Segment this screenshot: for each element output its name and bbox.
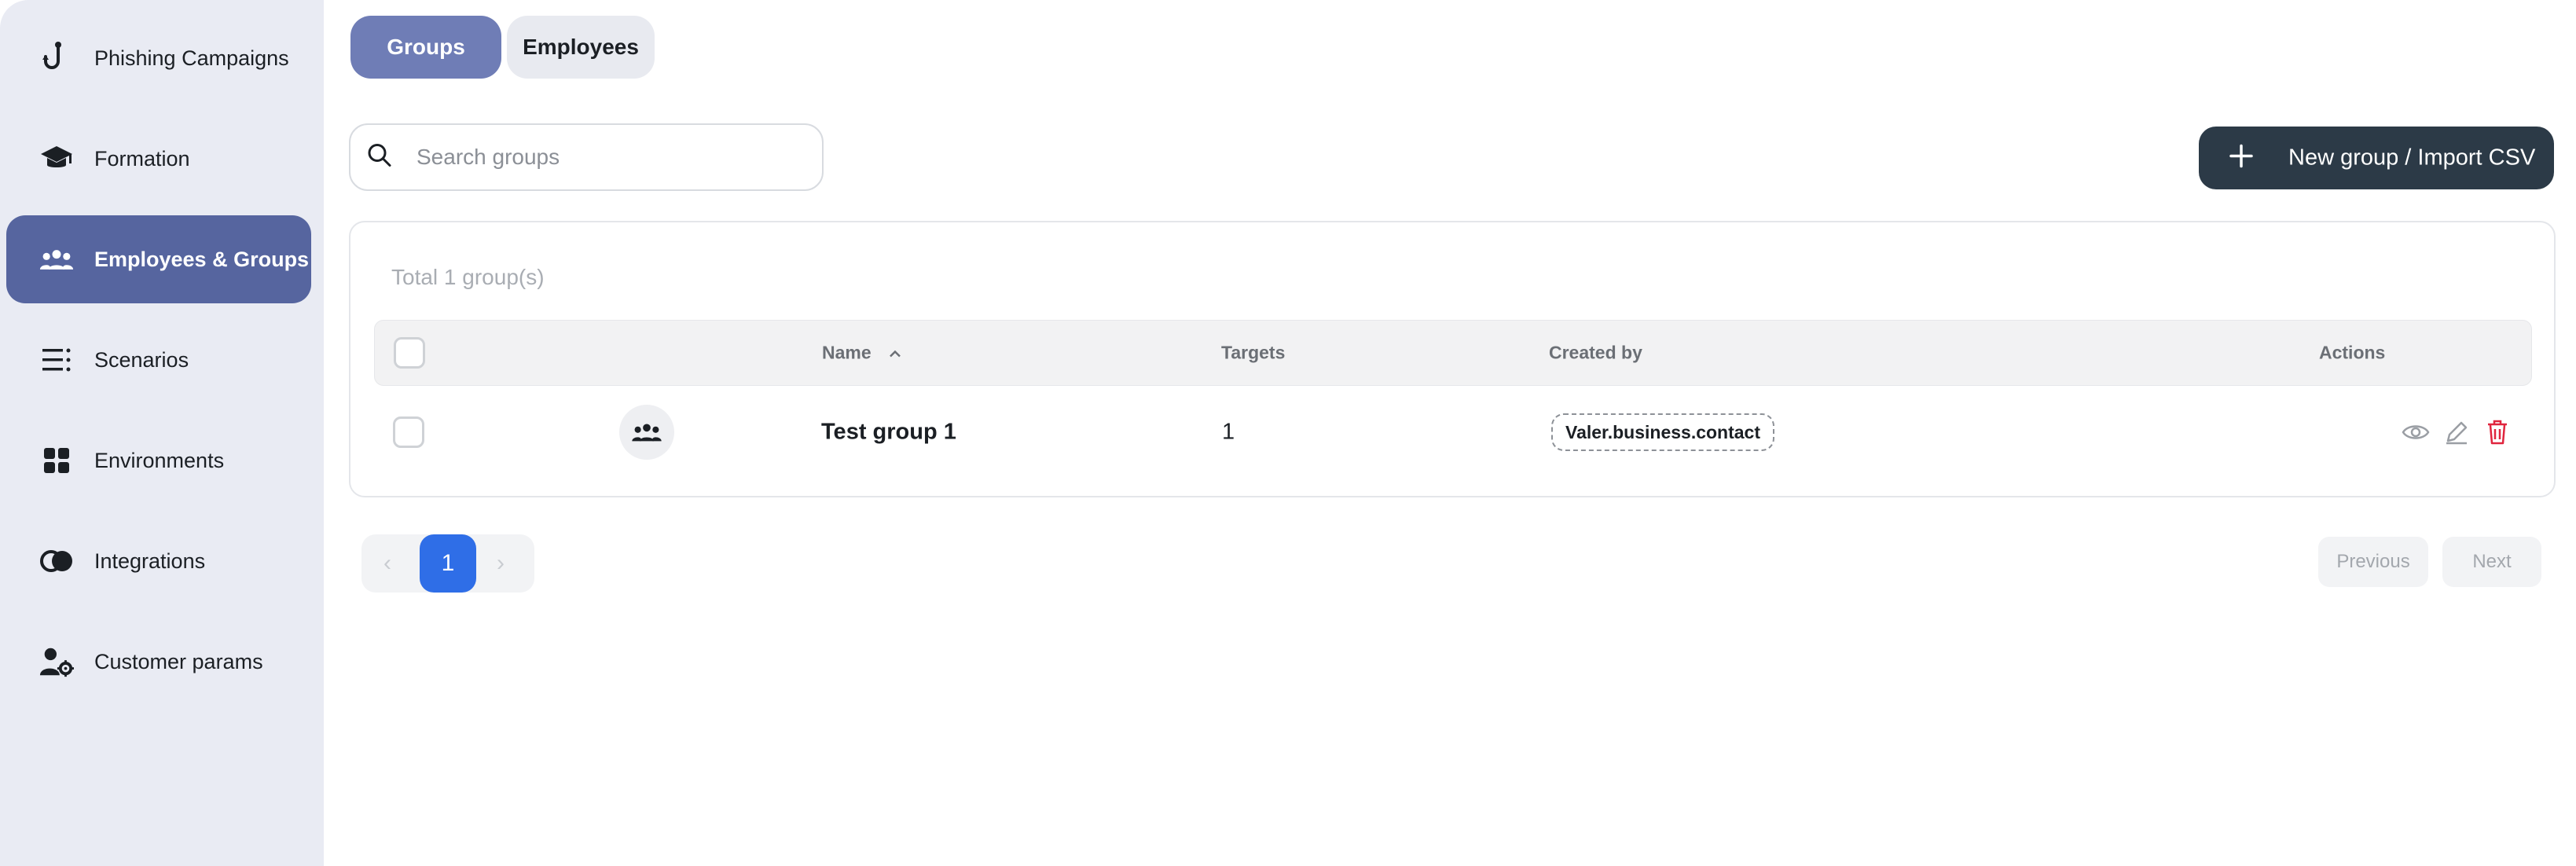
grid-icon	[39, 443, 74, 478]
sidebar-item-phishing-campaigns[interactable]: Phishing Campaigns	[6, 14, 311, 102]
sidebar-item-formation[interactable]: Formation	[6, 115, 311, 203]
pagination-prev-chevron-icon[interactable]: ‹	[383, 550, 391, 577]
sidebar-item-label: Phishing Campaigns	[94, 46, 289, 70]
column-header-actions: Actions	[2319, 342, 2386, 363]
table-header: Name Targets Created by Actions	[374, 320, 2532, 386]
group-name[interactable]: Test group 1	[821, 420, 956, 446]
search-icon	[366, 142, 393, 173]
column-header-targets: Targets	[1221, 342, 1286, 363]
hook-icon	[39, 41, 74, 75]
sidebar-item-label: Environments	[94, 448, 225, 472]
sidebar: Phishing Campaigns Formation Employees &…	[0, 0, 324, 866]
next-button[interactable]: Next	[2442, 537, 2541, 587]
previous-button[interactable]: Previous	[2318, 537, 2428, 587]
sidebar-item-label: Formation	[94, 146, 190, 171]
new-group-button-label: New group / Import CSV	[2288, 145, 2536, 171]
sidebar-item-label: Employees & Groups	[94, 247, 310, 271]
sidebar-item-environments[interactable]: Environments	[6, 416, 311, 505]
column-header-created-by: Created by	[1549, 342, 1642, 363]
groups-table-card: Total 1 group(s) Name Targets Created by…	[349, 221, 2556, 497]
edit-pencil-icon[interactable]	[2441, 416, 2472, 448]
search-box	[349, 123, 824, 191]
pagination-next-chevron-icon[interactable]: ›	[497, 550, 505, 577]
user-gear-icon	[39, 644, 74, 679]
tab-groups[interactable]: Groups	[350, 16, 501, 79]
toggle-circles-icon	[39, 544, 74, 578]
group-targets: 1	[1222, 419, 1235, 445]
row-checkbox[interactable]	[393, 416, 424, 448]
view-eye-icon[interactable]	[2400, 416, 2431, 448]
sort-ascending-icon	[890, 350, 901, 358]
table-row: Test group 1 1 Valer.business.contact	[374, 389, 2532, 475]
plus-icon	[2229, 144, 2254, 173]
graduation-cap-icon	[39, 141, 74, 176]
page-number-current[interactable]: 1	[420, 534, 476, 593]
sidebar-item-label: Integrations	[94, 549, 206, 573]
total-count: Total 1 group(s)	[391, 265, 545, 289]
delete-trash-icon[interactable]	[2482, 416, 2513, 448]
search-input[interactable]	[416, 125, 809, 189]
select-all-checkbox[interactable]	[394, 337, 425, 369]
sidebar-item-label: Customer params	[94, 649, 263, 673]
sidebar-item-integrations[interactable]: Integrations	[6, 517, 311, 605]
group-icon	[39, 242, 74, 277]
sidebar-item-employees-groups[interactable]: Employees & Groups	[6, 215, 311, 303]
new-group-import-csv-button[interactable]: New group / Import CSV	[2199, 127, 2554, 189]
group-avatar	[619, 405, 674, 460]
tab-employees[interactable]: Employees	[507, 16, 655, 79]
sidebar-item-scenarios[interactable]: Scenarios	[6, 316, 311, 404]
sidebar-item-customer-params[interactable]: Customer params	[6, 618, 311, 706]
sidebar-item-label: Scenarios	[94, 347, 189, 372]
pagination: ‹ 1 ›	[361, 534, 534, 593]
column-header-name[interactable]: Name	[822, 343, 903, 364]
group-icon	[632, 424, 662, 442]
list-icon	[39, 343, 74, 377]
created-by-chip: Valer.business.contact	[1551, 413, 1775, 451]
